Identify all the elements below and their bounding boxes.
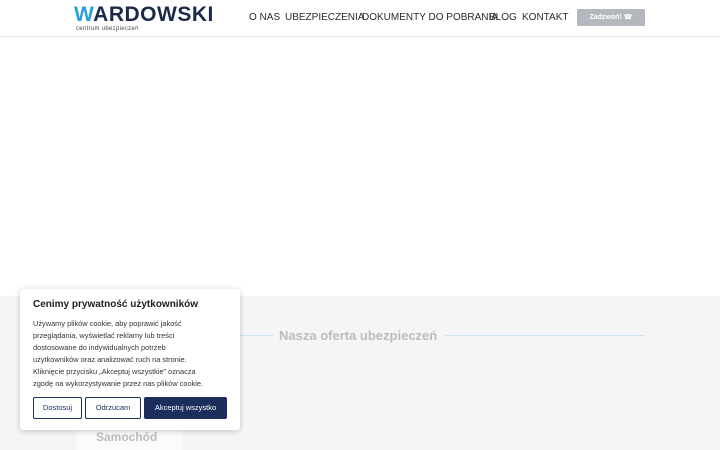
nav-item-blog[interactable]: BLOG xyxy=(489,12,517,24)
call-button[interactable]: Zadzwoń! ☎ xyxy=(577,9,645,26)
title-divider-left xyxy=(240,335,274,336)
cookie-text-line: zgodę na wykorzystywanie przez nas plikó… xyxy=(33,379,204,388)
cookie-text-line: przeglądania, wyświetlać reklamy lub tre… xyxy=(33,331,175,340)
logo-tagline: centrum ubezpieczeń xyxy=(76,26,139,32)
call-button-label: Zadzwoń! xyxy=(589,14,622,21)
site-header: WARDOWSKI centrum ubezpieczeń O NAS UBEZ… xyxy=(0,0,720,37)
nav-item-ubezpieczenia[interactable]: UBEZPIECZENIA xyxy=(285,12,364,24)
cookie-text-line: dostosowane do indywidualnych potrzeb xyxy=(33,343,166,352)
cookie-description: Używamy plików cookie, aby poprawić jako… xyxy=(33,318,233,390)
cookie-text-line: Kliknięcie przycisku „Akceptuj wszystkie… xyxy=(33,367,196,376)
cookie-consent-popup: Cenimy prywatność użytkowników Używamy p… xyxy=(20,289,240,430)
nav-item-dokumenty[interactable]: DOKUMENTY DO POBRANIA xyxy=(362,12,498,24)
cookie-title: Cenimy prywatność użytkowników xyxy=(33,299,199,310)
cookie-text-line: Używamy plików cookie, aby poprawić jako… xyxy=(33,319,182,328)
title-divider-right xyxy=(445,335,645,336)
offer-title: Nasza oferta ubezpieczeń xyxy=(279,328,438,343)
hero-section xyxy=(0,37,720,296)
phone-icon: ☎ xyxy=(623,14,633,21)
nav-item-kontakt[interactable]: KONTAKT xyxy=(522,12,568,24)
offer-card-label: Samochód xyxy=(96,430,158,444)
cookie-text-line: użytkowników oraz analizować ruch na str… xyxy=(33,355,187,364)
accept-all-button[interactable]: Akceptuj wszystko xyxy=(144,397,227,419)
reject-button[interactable]: Odrzucam xyxy=(85,397,141,419)
nav-item-o-nas[interactable]: O NAS xyxy=(249,12,280,24)
customize-button[interactable]: Dostosuj xyxy=(33,397,82,419)
